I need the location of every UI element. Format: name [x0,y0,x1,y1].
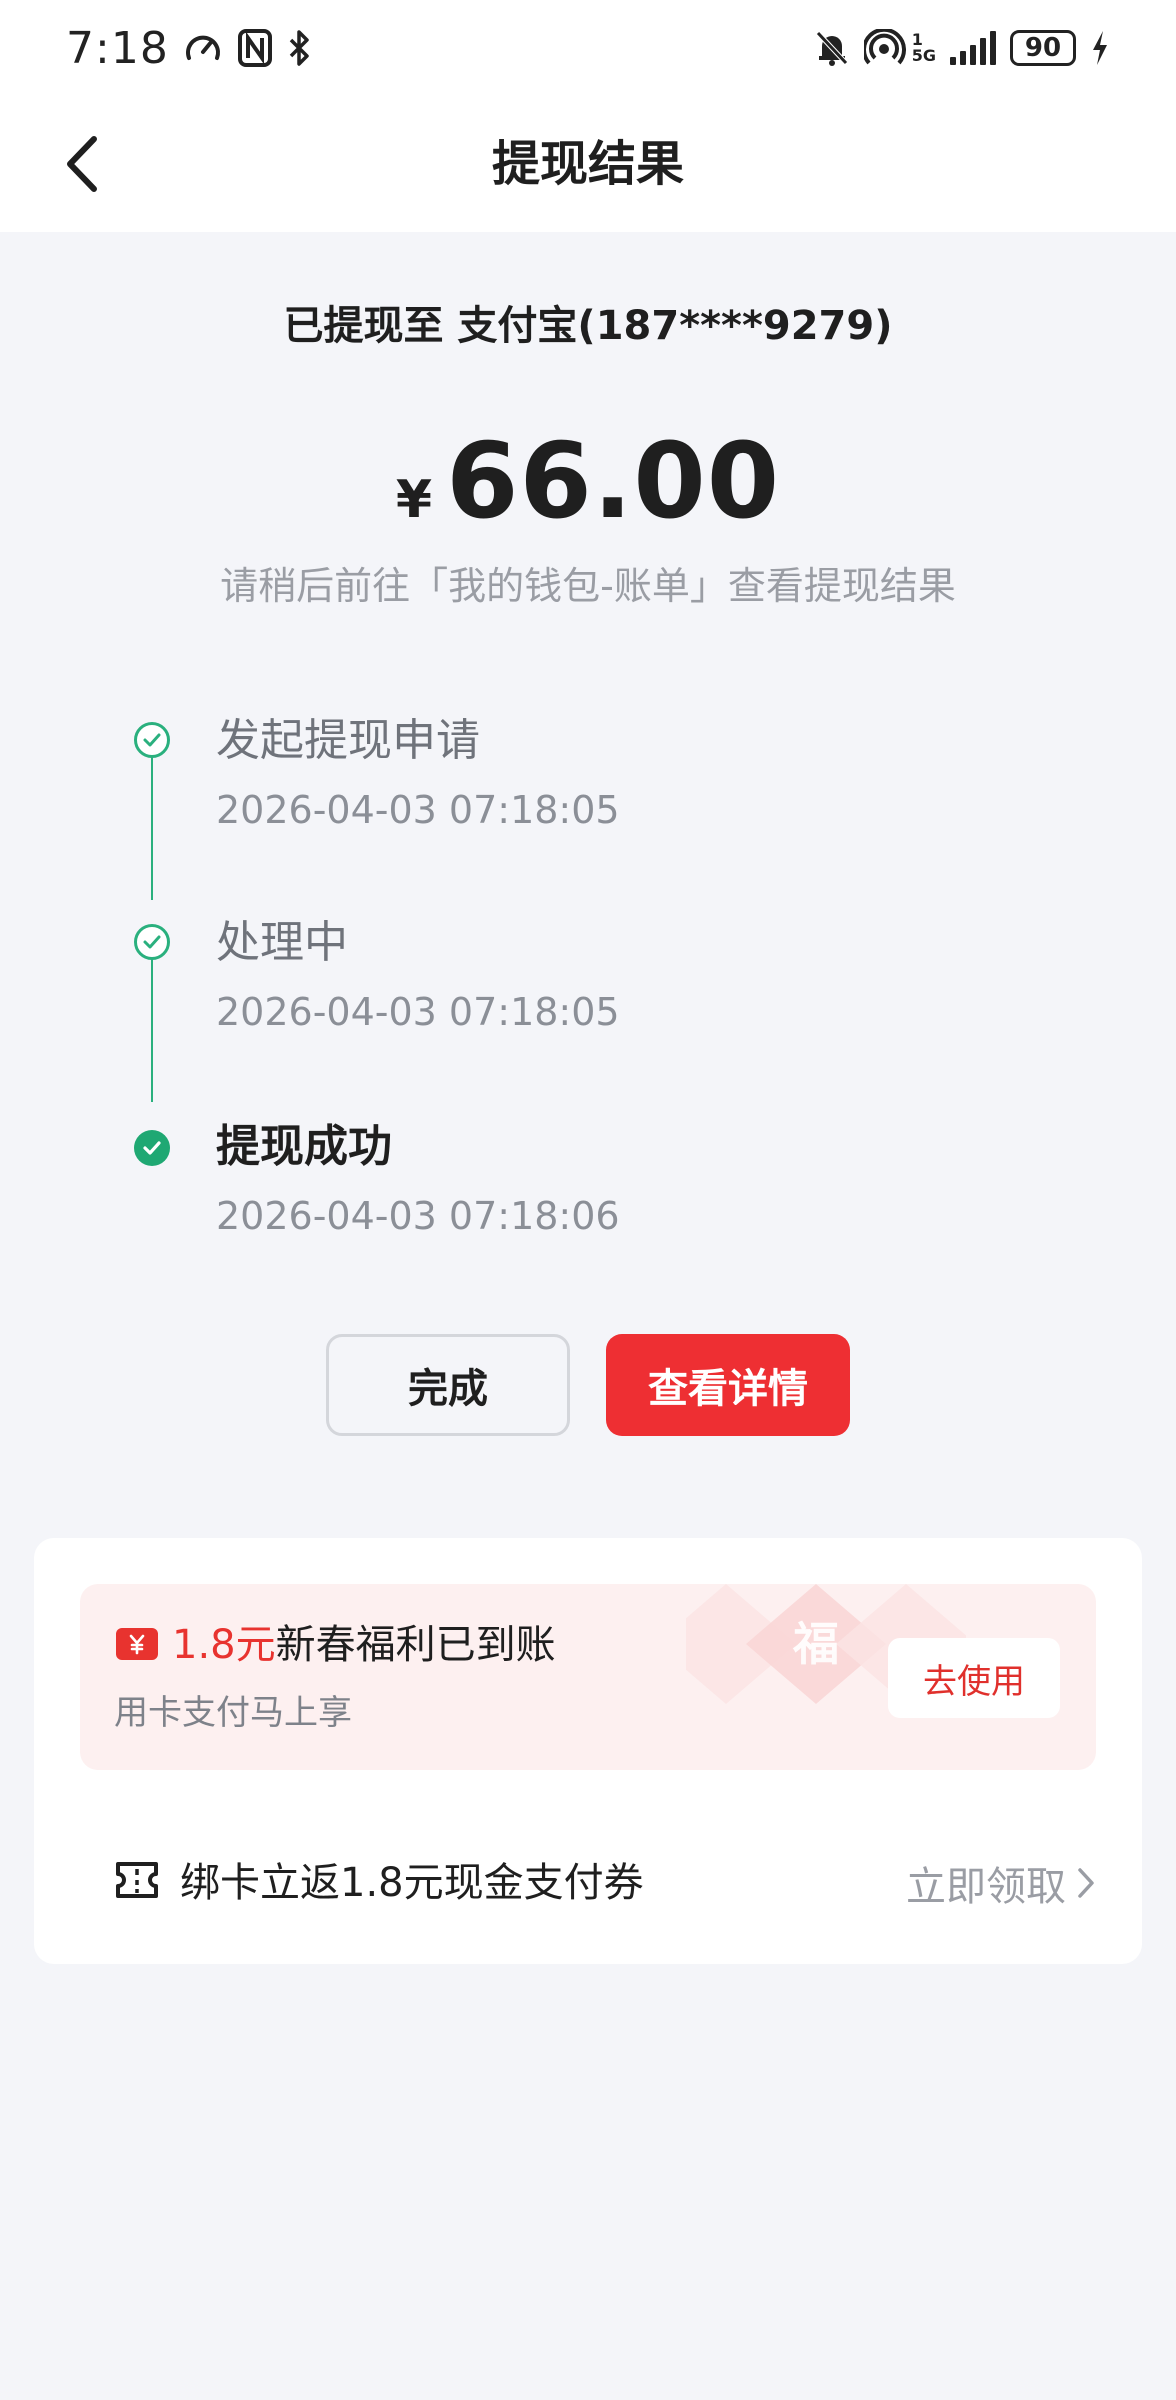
use-now-button[interactable]: 去使用 [888,1638,1060,1718]
promo-subtitle: 用卡支付马上享 [114,1693,352,1733]
status-bar: 7:18 1 5G 90 [0,0,1176,96]
timeline-step-time: 2026-04-03 07:18:05 [216,990,620,1034]
promo-title: 1.8元新春福利已到账 [172,1616,556,1674]
timeline-step: 处理中 2026-04-03 07:18:05 [0,910,1176,1050]
bind-card-row[interactable]: 绑卡立返1.8元现金支付券 立即领取 [80,1848,1096,1918]
timeline-step-title: 发起提现申请 [216,715,480,766]
charging-icon [1090,29,1110,67]
bluetooth-icon [287,28,313,68]
ticket-icon [114,1860,160,1904]
nfc-icon [237,28,273,68]
timeline-step-time: 2026-04-03 07:18:06 [216,1194,620,1238]
done-button[interactable]: 完成 [326,1334,570,1436]
signal-icon [950,31,996,65]
withdraw-amount: 66.00 [446,420,781,542]
network-label: 1 5G [912,32,936,64]
promo-text: 新春福利已到账 [275,1622,556,1668]
status-left: 7:18 [66,23,313,74]
page-title: 提现结果 [491,136,684,192]
battery-icon: 90 [1010,30,1076,66]
fortune-char: 福 [792,1617,839,1671]
claim-now-link[interactable]: 立即领取 [906,1848,1096,1918]
network-type: 5G [911,46,936,65]
timeline-step-title: 提现成功 [216,1121,392,1172]
currency-symbol: ¥ [395,470,433,530]
bind-card-text: 绑卡立返1.8元现金支付券 [180,1860,644,1906]
withdraw-destination: 已提现至 支付宝(187****9279) [283,303,893,349]
timeline-step-title: 处理中 [216,917,348,968]
check-circle-icon [134,722,170,758]
speedometer-icon [183,28,223,68]
timeline-step-time: 2026-04-03 07:18:05 [216,788,620,832]
claim-now-label: 立即领取 [906,1864,1066,1910]
check-circle-icon [134,924,170,960]
nav-bar: 提现结果 [0,96,1176,232]
timeline-step: 发起提现申请 2026-04-03 07:18:05 [0,708,1176,848]
result-hint: 请稍后前往「我的钱包-账单」查看提现结果 [220,564,956,608]
timeline-step: 提现成功 2026-04-03 07:18:06 [0,1114,1176,1254]
progress-timeline: 发起提现申请 2026-04-03 07:18:05 处理中 2026-04-0… [0,690,1176,1270]
promo-amount: 1.8元 [172,1622,276,1668]
action-buttons: 完成 查看详情 [0,1334,1176,1436]
promo-banner: 福 1.8元新春福利已到账 用卡支付马上享 去使用 [80,1584,1096,1770]
mute-bell-icon [814,29,850,67]
chevron-right-icon [1078,1868,1094,1898]
red-packet-icon [116,1628,158,1660]
hotspot-icon [863,29,906,67]
check-circle-filled-icon [134,1130,170,1166]
amount-row: ¥ 66.00 [0,420,1176,542]
view-details-button[interactable]: 查看详情 [606,1334,850,1436]
benefits-card: 福 1.8元新春福利已到账 用卡支付马上享 去使用 绑卡立返1.8元现金支付券 … [34,1538,1142,1964]
status-time: 7:18 [66,22,169,74]
status-right: 1 5G 90 [814,29,1110,67]
